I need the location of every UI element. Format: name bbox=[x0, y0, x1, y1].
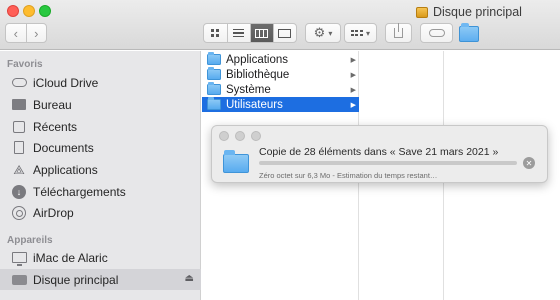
forward-button[interactable]: › bbox=[25, 24, 47, 42]
sidebar-item-recents[interactable]: Récents bbox=[0, 116, 201, 137]
sidebar-item-imac[interactable]: iMac de Alaric bbox=[0, 247, 201, 268]
list-view-icon bbox=[233, 28, 245, 38]
sidebar: Favoris iCloud Drive Bureau Récents Docu… bbox=[0, 51, 201, 300]
share-button[interactable] bbox=[385, 23, 412, 43]
list-item-utilisateurs[interactable]: Utilisateurs ▶ bbox=[202, 97, 359, 112]
list-item-label: Bibliothèque bbox=[226, 68, 290, 81]
folder-icon bbox=[207, 52, 221, 65]
dialog-close-button[interactable] bbox=[219, 131, 229, 141]
list-item-applications[interactable]: Applications ▶ bbox=[202, 52, 359, 67]
list-item-bibliotheque[interactable]: Bibliothèque ▶ bbox=[202, 67, 359, 82]
chevron-down-icon: ▾ bbox=[328, 28, 333, 38]
sidebar-item-label: Téléchargements bbox=[33, 184, 126, 199]
disclosure-arrow-icon: ▶ bbox=[350, 56, 356, 64]
close-icon: ✕ bbox=[525, 158, 533, 168]
cloud-icon bbox=[11, 76, 27, 90]
desktop-icon bbox=[11, 98, 27, 112]
folder-icon bbox=[223, 150, 249, 173]
download-icon: ↓ bbox=[11, 184, 27, 199]
disclosure-arrow-icon: ▶ bbox=[350, 86, 356, 94]
back-button[interactable]: ‹ bbox=[6, 24, 26, 42]
copy-progress-dialog: Copie de 28 éléments dans « Save 21 mars… bbox=[211, 125, 548, 183]
list-item-systeme[interactable]: Système ▶ bbox=[202, 82, 359, 97]
sidebar-item-icloud-drive[interactable]: iCloud Drive bbox=[0, 72, 201, 93]
chevron-left-icon: ‹ bbox=[13, 25, 18, 41]
arrange-icon bbox=[350, 30, 363, 36]
imac-icon bbox=[11, 251, 27, 266]
icon-view-button[interactable] bbox=[204, 24, 227, 42]
eject-icon[interactable]: ⏏ bbox=[185, 273, 194, 284]
chevron-down-icon: ▾ bbox=[365, 28, 370, 38]
applications-icon: ⟁ bbox=[13, 161, 25, 177]
tag-icon bbox=[428, 29, 445, 37]
zoom-window-button[interactable] bbox=[39, 5, 51, 17]
tag-button[interactable] bbox=[420, 23, 453, 43]
window-title-text: Disque principal bbox=[433, 5, 522, 19]
copy-progress-bar bbox=[259, 161, 517, 165]
document-icon bbox=[11, 141, 27, 155]
share-icon bbox=[394, 23, 403, 38]
gallery-view-icon bbox=[278, 28, 292, 38]
back-forward-group: ‹ › bbox=[5, 23, 47, 43]
sidebar-item-label: Applications bbox=[33, 162, 98, 177]
folder-icon bbox=[207, 82, 221, 95]
sidebar-item-label: AirDrop bbox=[33, 205, 74, 220]
icon-view-icon bbox=[211, 29, 220, 37]
copy-status-text: Zéro octet sur 6,3 Mo - Estimation du te… bbox=[259, 171, 438, 180]
column-view-icon bbox=[255, 28, 269, 38]
sidebar-item-label: Récents bbox=[33, 119, 78, 134]
dialog-minimize-button[interactable] bbox=[235, 131, 245, 141]
sidebar-item-label: Disque principal bbox=[33, 272, 119, 287]
folder-icon bbox=[207, 67, 221, 80]
sidebar-item-bureau[interactable]: Bureau bbox=[0, 94, 201, 115]
list-item-label: Applications bbox=[226, 53, 289, 66]
sidebar-item-disque-principal[interactable]: Disque principal ⏏ bbox=[0, 269, 201, 290]
sidebar-item-label: iCloud Drive bbox=[33, 75, 99, 90]
devices-header: Appareils bbox=[7, 235, 53, 246]
folder-icon[interactable] bbox=[459, 23, 479, 42]
sidebar-item-documents[interactable]: Documents bbox=[0, 137, 201, 158]
airdrop-icon bbox=[11, 205, 27, 220]
sidebar-item-applications[interactable]: ⟁ Applications bbox=[0, 159, 201, 180]
arrange-menu-button[interactable]: ▾ bbox=[344, 23, 377, 43]
folder-icon bbox=[207, 97, 221, 110]
close-window-button[interactable] bbox=[7, 5, 19, 17]
list-item-label: Utilisateurs bbox=[226, 98, 283, 111]
sidebar-item-label: Bureau bbox=[33, 97, 72, 112]
list-view-button[interactable] bbox=[226, 24, 250, 42]
gear-icon: ⚙ bbox=[313, 25, 326, 40]
dialog-zoom-button[interactable] bbox=[251, 131, 261, 141]
sidebar-item-label: iMac de Alaric bbox=[33, 250, 108, 265]
hard-drive-icon bbox=[11, 273, 27, 287]
cancel-copy-button[interactable]: ✕ bbox=[523, 157, 535, 169]
sidebar-item-telechargements[interactable]: ↓ Téléchargements bbox=[0, 181, 201, 202]
column-view-button[interactable] bbox=[249, 24, 273, 42]
list-item-label: Système bbox=[226, 83, 271, 96]
clock-icon bbox=[11, 120, 27, 134]
window-title: Disque principal bbox=[416, 4, 522, 20]
minimize-window-button[interactable] bbox=[23, 5, 35, 17]
disclosure-arrow-icon: ▶ bbox=[350, 71, 356, 79]
hard-drive-icon bbox=[416, 6, 428, 18]
copy-title: Copie de 28 éléments dans « Save 21 mars… bbox=[259, 146, 499, 158]
sidebar-item-airdrop[interactable]: AirDrop bbox=[0, 202, 201, 223]
sidebar-item-label: Documents bbox=[33, 140, 94, 155]
window-toolbar: Disque principal ‹ › ⚙ ▾ ▾ bbox=[0, 0, 560, 50]
disclosure-arrow-icon: ▶ bbox=[350, 101, 356, 109]
view-mode-group bbox=[203, 23, 297, 43]
chevron-right-icon: › bbox=[34, 25, 39, 41]
action-menu-button[interactable]: ⚙ ▾ bbox=[305, 23, 341, 43]
gallery-view-button[interactable] bbox=[272, 24, 296, 42]
favorites-header: Favoris bbox=[7, 59, 43, 70]
